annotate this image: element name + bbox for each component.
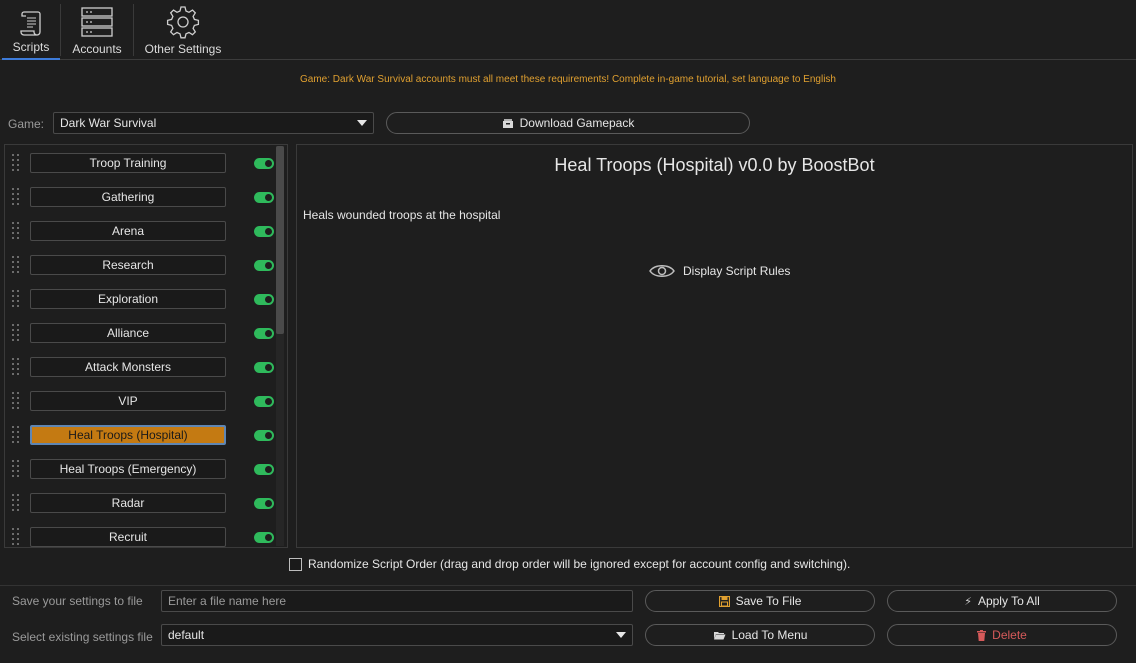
- script-row: VIP: [5, 384, 279, 418]
- server-icon: [81, 7, 113, 37]
- drag-handle-icon[interactable]: [12, 188, 20, 206]
- script-description: Heals wounded troops at the hospital: [303, 208, 501, 222]
- archive-icon: [502, 118, 513, 128]
- requirements-notice: Game: Dark War Survival accounts must al…: [300, 74, 836, 85]
- script-row: Gathering: [5, 180, 279, 214]
- script-enable-toggle[interactable]: [254, 464, 274, 475]
- script-enable-toggle[interactable]: [254, 158, 274, 169]
- save-to-file-button[interactable]: Save To File: [645, 590, 875, 612]
- download-gamepack-button[interactable]: Download Gamepack: [386, 112, 750, 134]
- script-button[interactable]: Exploration: [30, 289, 226, 309]
- display-script-rules-button[interactable]: Display Script Rules: [649, 263, 790, 279]
- script-title: Heal Troops (Hospital) v0.0 by BoostBot: [554, 155, 875, 175]
- filename-input[interactable]: [161, 590, 633, 612]
- script-enable-toggle[interactable]: [254, 498, 274, 509]
- script-enable-toggle[interactable]: [254, 532, 274, 543]
- save-to-file-label: Save To File: [735, 594, 802, 608]
- load-to-menu-label: Load To Menu: [731, 628, 808, 642]
- script-enable-toggle[interactable]: [254, 260, 274, 271]
- script-row: Heal Troops (Hospital): [5, 418, 279, 452]
- gear-icon: [166, 6, 200, 39]
- load-to-menu-button[interactable]: Load To Menu: [645, 624, 875, 646]
- script-button[interactable]: Heal Troops (Emergency): [30, 459, 226, 479]
- drag-handle-icon[interactable]: [12, 222, 20, 240]
- divider: [0, 585, 1136, 586]
- script-button[interactable]: Troop Training: [30, 153, 226, 173]
- drag-handle-icon[interactable]: [12, 528, 20, 546]
- script-enable-toggle[interactable]: [254, 328, 274, 339]
- script-row: Heal Troops (Emergency): [5, 452, 279, 486]
- drag-handle-icon[interactable]: [12, 290, 20, 308]
- display-script-rules-label: Display Script Rules: [683, 264, 791, 278]
- script-button[interactable]: Radar: [30, 493, 226, 513]
- tab-scripts[interactable]: Scripts: [2, 0, 60, 60]
- tab-other-settings[interactable]: Other Settings: [140, 0, 226, 60]
- randomize-label: Randomize Script Order (drag and drop or…: [308, 557, 851, 571]
- delete-button[interactable]: Delete: [887, 624, 1117, 646]
- drag-handle-icon[interactable]: [12, 324, 20, 342]
- apply-to-all-label: Apply To All: [977, 594, 1040, 608]
- script-list-scrollbar[interactable]: [276, 146, 284, 334]
- folder-open-icon: [713, 632, 726, 640]
- tab-accounts[interactable]: Accounts: [64, 0, 130, 60]
- tab-label: Scripts: [12, 40, 50, 54]
- select-settings-label: Select existing settings file: [12, 630, 153, 644]
- script-row: Arena: [5, 214, 279, 248]
- game-select[interactable]: Dark War Survival: [53, 112, 374, 134]
- eye-icon: [649, 265, 675, 277]
- drag-handle-icon[interactable]: [12, 154, 20, 172]
- script-row: Alliance: [5, 316, 279, 350]
- script-enable-toggle[interactable]: [254, 430, 274, 441]
- delete-label: Delete: [992, 628, 1027, 642]
- chevron-down-icon: [357, 120, 367, 126]
- tab-label: Other Settings: [144, 42, 222, 56]
- game-select-value: Dark War Survival: [60, 116, 157, 130]
- script-button[interactable]: Arena: [30, 221, 226, 241]
- script-row: Radar: [5, 486, 279, 520]
- lightning-icon: ⚡: [964, 595, 972, 608]
- randomize-option: Randomize Script Order (drag and drop or…: [289, 557, 850, 571]
- script-row: Attack Monsters: [5, 350, 279, 384]
- scroll-icon: [20, 11, 41, 36]
- tab-label: Accounts: [72, 42, 122, 56]
- drag-handle-icon[interactable]: [12, 358, 20, 376]
- apply-to-all-button[interactable]: ⚡ Apply To All: [887, 590, 1117, 612]
- script-button[interactable]: Attack Monsters: [30, 357, 226, 377]
- drag-handle-icon[interactable]: [12, 460, 20, 478]
- drag-handle-icon[interactable]: [12, 494, 20, 512]
- script-list: Troop Training Gathering Arena Research Expl…: [4, 144, 288, 548]
- save-settings-label: Save your settings to file: [12, 594, 143, 608]
- script-enable-toggle[interactable]: [254, 294, 274, 305]
- script-enable-toggle[interactable]: [254, 362, 274, 373]
- drag-handle-icon[interactable]: [12, 392, 20, 410]
- script-button[interactable]: Research: [30, 255, 226, 275]
- settings-file-value: default: [168, 628, 205, 642]
- script-row: Research: [5, 248, 279, 282]
- game-label: Game:: [8, 117, 45, 131]
- script-row: Recruit: [5, 520, 279, 547]
- script-row: Exploration: [5, 282, 279, 316]
- randomize-checkbox[interactable]: [289, 557, 302, 571]
- script-row: Troop Training: [5, 146, 279, 180]
- script-button[interactable]: Heal Troops (Hospital): [30, 425, 226, 445]
- script-enable-toggle[interactable]: [254, 396, 274, 407]
- script-button[interactable]: Gathering: [30, 187, 226, 207]
- script-enable-toggle[interactable]: [254, 226, 274, 237]
- save-icon: [718, 595, 730, 607]
- settings-file-select[interactable]: default: [161, 624, 633, 646]
- trash-icon: [977, 629, 987, 641]
- script-details-panel: Heal Troops (Hospital) v0.0 by BoostBot …: [296, 144, 1133, 548]
- download-gamepack-label: Download Gamepack: [519, 116, 635, 130]
- script-enable-toggle[interactable]: [254, 192, 274, 203]
- script-button[interactable]: Alliance: [30, 323, 226, 343]
- script-button[interactable]: VIP: [30, 391, 226, 411]
- top-tab-bar: Scripts Accounts Other Settings: [0, 0, 1136, 60]
- script-button[interactable]: Recruit: [30, 527, 226, 547]
- chevron-down-icon: [616, 632, 626, 638]
- drag-handle-icon[interactable]: [12, 256, 20, 274]
- drag-handle-icon[interactable]: [12, 426, 20, 444]
